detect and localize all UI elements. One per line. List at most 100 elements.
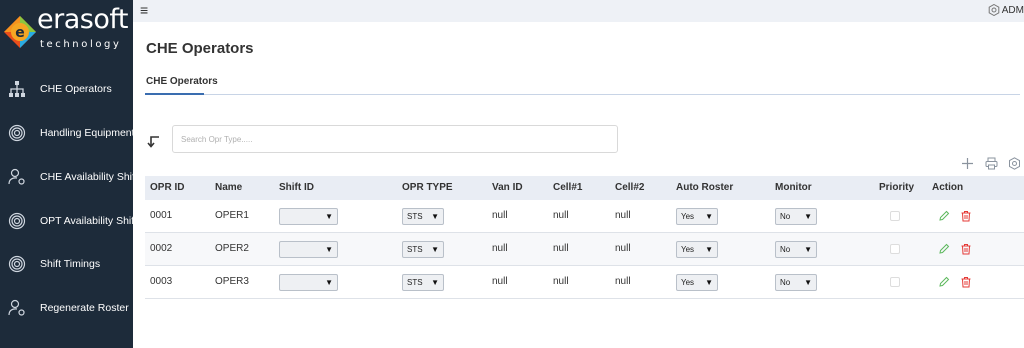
user-menu[interactable]: ADM: [988, 4, 1024, 16]
sidebar-item-label: CHE Operators: [40, 83, 112, 95]
sidebar-item-che-availability-shift[interactable]: CHE Availability Shift: [0, 155, 138, 199]
spiral-icon: [8, 124, 26, 142]
dropdown-caret-icon: ▼: [431, 245, 439, 254]
user-name: ADM: [1001, 4, 1024, 16]
dropdown-caret-icon: ▼: [804, 278, 812, 287]
active-tab-indicator: [145, 93, 204, 95]
page-title: CHE Operators: [146, 40, 254, 57]
column-header[interactable]: Van ID: [492, 182, 523, 193]
tab-che-operators[interactable]: CHE Operators: [146, 76, 218, 87]
sidebar-item-label: OPT Availability Shift: [40, 215, 138, 227]
sidebar-item-regenerate-roster[interactable]: Regenerate Roster: [0, 286, 133, 330]
logo-mark-icon: e: [4, 16, 36, 48]
cell1-cell: null: [553, 276, 569, 287]
name-cell: OPER1: [215, 210, 249, 221]
cell1-cell: null: [553, 210, 569, 221]
dropdown-caret-icon: ▼: [705, 278, 713, 287]
sidebar-item-label: Regenerate Roster: [40, 302, 129, 314]
top-bar: ≡ ADM: [133, 0, 1024, 22]
cell2-cell: null: [615, 243, 631, 254]
dropdown-caret-icon: ▼: [705, 245, 713, 254]
spiral-icon: [8, 255, 26, 273]
edit-icon[interactable]: [938, 276, 950, 288]
user-settings-icon: [8, 168, 25, 185]
priority-checkbox[interactable]: [890, 211, 900, 221]
van-id-cell: null: [492, 243, 508, 254]
dropdown-caret-icon: ▼: [431, 212, 439, 221]
svg-text:e: e: [15, 25, 25, 41]
auto-roster-select[interactable]: Yes ▼: [676, 241, 718, 258]
priority-checkbox[interactable]: [890, 277, 900, 287]
add-icon[interactable]: [961, 157, 974, 170]
column-header[interactable]: Priority: [879, 182, 914, 193]
opr-type-select[interactable]: STS ▼: [402, 274, 444, 291]
monitor-select[interactable]: No ▼: [775, 274, 817, 291]
auto-roster-select[interactable]: Yes ▼: [676, 208, 718, 225]
sidebar-item-che-operators[interactable]: CHE Operators: [0, 67, 133, 111]
column-header[interactable]: Name: [215, 182, 242, 193]
column-header[interactable]: Shift ID: [279, 182, 314, 193]
dropdown-caret-icon: ▼: [804, 212, 812, 221]
dropdown-caret-icon: ▼: [325, 278, 333, 287]
delete-icon[interactable]: [960, 210, 972, 222]
table-row: 0003 OPER3 ▼ STS ▼ null null null Yes ▼ No…: [145, 266, 1024, 299]
dropdown-caret-icon: ▼: [325, 245, 333, 254]
sidebar-item-label: CHE Availability Shift: [40, 171, 138, 183]
org-chart-icon: [9, 81, 25, 97]
shift-id-select[interactable]: ▼: [279, 241, 338, 258]
edit-icon[interactable]: [938, 210, 950, 222]
opr-type-select[interactable]: STS ▼: [402, 241, 444, 258]
shift-id-select[interactable]: ▼: [279, 274, 338, 291]
monitor-select[interactable]: No ▼: [775, 241, 817, 258]
name-cell: OPER3: [215, 276, 249, 287]
sidebar-item-label: Shift Timings: [40, 258, 101, 270]
shift-id-select[interactable]: ▼: [279, 208, 338, 225]
dropdown-caret-icon: ▼: [705, 212, 713, 221]
user-settings-icon: [8, 299, 25, 316]
brand-logo[interactable]: e erasoft technology: [0, 0, 133, 66]
tab-divider: [204, 94, 1020, 95]
gear-icon: [988, 4, 1000, 16]
column-header[interactable]: Cell#1: [553, 182, 582, 193]
opr-id-cell: 0003: [150, 276, 173, 287]
brand-tagline: technology: [40, 39, 122, 50]
name-cell: OPER2: [215, 243, 249, 254]
delete-icon[interactable]: [960, 243, 972, 255]
return-arrow-icon[interactable]: [146, 134, 160, 148]
table-header: OPR ID Name Shift ID OPR TYPE Van ID Cel…: [145, 176, 1024, 200]
column-header[interactable]: OPR TYPE: [402, 182, 453, 193]
sidebar-item-handling-equipment[interactable]: Handling Equipment: [0, 111, 135, 155]
sidebar-item-shift-timings[interactable]: Shift Timings: [0, 242, 133, 286]
search-input[interactable]: [172, 125, 618, 153]
delete-icon[interactable]: [960, 276, 972, 288]
opr-id-cell: 0001: [150, 210, 173, 221]
hamburger-menu-icon[interactable]: ≡: [140, 2, 148, 18]
van-id-cell: null: [492, 276, 508, 287]
sidebar: e erasoft technology CHE Operators Handl…: [0, 0, 138, 348]
van-id-cell: null: [492, 210, 508, 221]
auto-roster-select[interactable]: Yes ▼: [676, 274, 718, 291]
table-row: 0002 OPER2 ▼ STS ▼ null null null Yes ▼ No…: [145, 233, 1024, 266]
dropdown-caret-icon: ▼: [325, 212, 333, 221]
opr-type-select[interactable]: STS ▼: [402, 208, 444, 225]
cell2-cell: null: [615, 276, 631, 287]
cell1-cell: null: [553, 243, 569, 254]
dropdown-caret-icon: ▼: [431, 278, 439, 287]
edit-icon[interactable]: [938, 243, 950, 255]
brand-name: erasoft: [37, 4, 128, 35]
cell2-cell: null: [615, 210, 631, 221]
opr-id-cell: 0002: [150, 243, 173, 254]
column-header: Action: [932, 182, 964, 193]
table-row: 0001 OPER1 ▼ STS ▼ null null null Yes ▼ No…: [145, 200, 1024, 233]
settings-icon[interactable]: [1008, 157, 1021, 170]
sidebar-item-opt-availability-shift[interactable]: OPT Availability Shift: [0, 199, 137, 243]
column-header[interactable]: OPR ID: [150, 182, 184, 193]
column-header[interactable]: Auto Roster: [676, 182, 733, 193]
monitor-select[interactable]: No ▼: [775, 208, 817, 225]
column-header[interactable]: Cell#2: [615, 182, 644, 193]
spiral-icon: [8, 212, 26, 230]
column-header[interactable]: Monitor: [775, 182, 812, 193]
priority-checkbox[interactable]: [890, 244, 900, 254]
sidebar-item-label: Handling Equipment: [40, 127, 135, 139]
print-icon[interactable]: [985, 157, 998, 170]
